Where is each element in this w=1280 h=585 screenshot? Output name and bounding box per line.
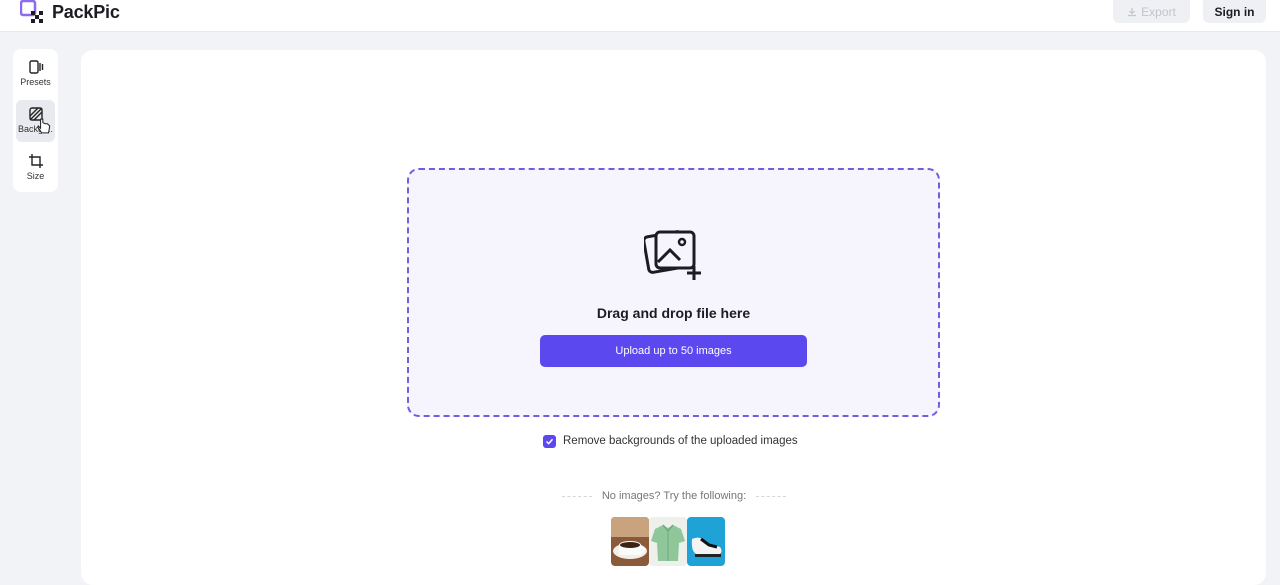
add-image-icon [644,230,701,280]
app-name: PackPic [52,1,120,22]
coffee-cup-sample[interactable] [611,517,649,566]
remove-bg-checkbox[interactable] [543,434,556,448]
packpic-logo-icon [20,0,43,23]
sample-prompt-label: No images? Try the following: [601,490,747,502]
drop-zone-title: Drag and drop file here [596,305,751,321]
green-shirt-sample[interactable] [649,517,687,566]
sign-in-button[interactable]: Sign in [1203,0,1266,23]
logo[interactable]: PackPic [20,0,120,24]
sidebar-item-size[interactable]: Size [16,147,55,189]
remove-bg-option[interactable]: Remove backgrounds of the uploaded image… [543,433,798,449]
export-label: Export [1141,4,1176,19]
sample-images [611,517,725,566]
sneaker-sample[interactable] [687,517,725,566]
download-icon [1128,7,1137,16]
drop-zone[interactable]: Drag and drop file here Upload up to 50 … [407,168,940,417]
sidebar-item-label: Size [26,171,45,181]
sneaker-thumbnail [687,517,725,566]
sidebar-item-label: Presets [20,77,51,87]
crop-icon [28,154,43,168]
pointer-cursor-icon [37,118,51,134]
divider [756,495,787,497]
divider [561,495,592,497]
green-shirt-thumbnail [649,517,687,566]
remove-bg-label: Remove backgrounds of the uploaded image… [563,435,798,447]
sidebar-item-background[interactable]: Backgr... [16,100,55,142]
checkmark-icon [545,438,554,445]
sidebar-item-presets[interactable]: Presets [16,53,55,95]
top-bar: PackPic Export Sign in [0,0,1280,32]
coffee-cup-thumbnail [611,517,649,566]
export-button[interactable]: Export [1113,0,1190,23]
upload-button[interactable]: Upload up to 50 images [540,335,807,367]
sample-prompt: No images? Try the following: [556,488,792,504]
presets-icon [28,60,43,74]
tool-sidebar: Presets Backgr... Size [13,49,58,192]
